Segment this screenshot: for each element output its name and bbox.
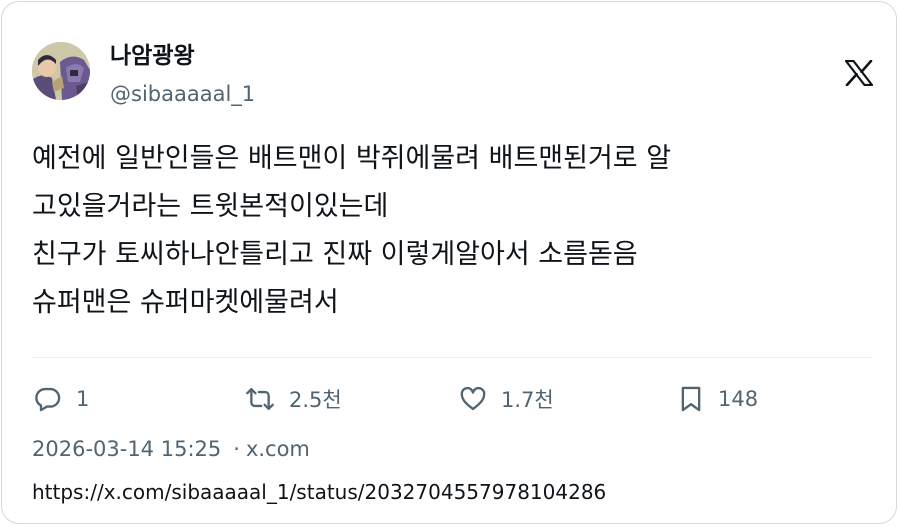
x-logo-icon[interactable] <box>844 59 874 87</box>
display-name[interactable]: 나암광왕 <box>110 42 195 70</box>
tweet-text: 예전에 일반인들은 배트맨이 박쥐에물려 배트맨된거로 알 고있을거라는 트윗본… <box>32 143 672 318</box>
reply-count: 1 <box>76 387 90 411</box>
source-domain: x.com <box>245 437 310 461</box>
username-handle[interactable]: @sibaaaaal_1 <box>110 81 255 107</box>
bookmark-count: 148 <box>718 387 759 411</box>
like-button[interactable]: 1.7천 <box>459 381 554 417</box>
divider <box>32 357 872 358</box>
repost-button[interactable]: 2.5천 <box>245 381 342 417</box>
avatar-illustration <box>32 42 90 100</box>
reply-icon <box>34 385 62 413</box>
bookmark-icon <box>678 385 704 413</box>
reply-button[interactable]: 1 <box>34 381 89 417</box>
repost-icon <box>245 385 275 413</box>
avatar[interactable] <box>32 42 90 100</box>
tweet-card: 나암광왕 @sibaaaaal_1 예전에 일반인들은 배트맨이 박쥐에물려 배… <box>1 1 897 524</box>
like-count: 1.7천 <box>501 388 554 412</box>
tweet-url[interactable]: https://x.com/sibaaaaal_1/status/2032704… <box>32 478 606 506</box>
tweet-meta: 2026-03-14 15:25 · x.com <box>32 435 310 463</box>
heart-icon <box>459 385 487 413</box>
repost-count: 2.5천 <box>289 388 342 412</box>
bookmark-button[interactable]: 148 <box>678 381 758 417</box>
meta-separator: · <box>233 437 240 461</box>
timestamp[interactable]: 2026-03-14 15:25 <box>32 437 221 461</box>
